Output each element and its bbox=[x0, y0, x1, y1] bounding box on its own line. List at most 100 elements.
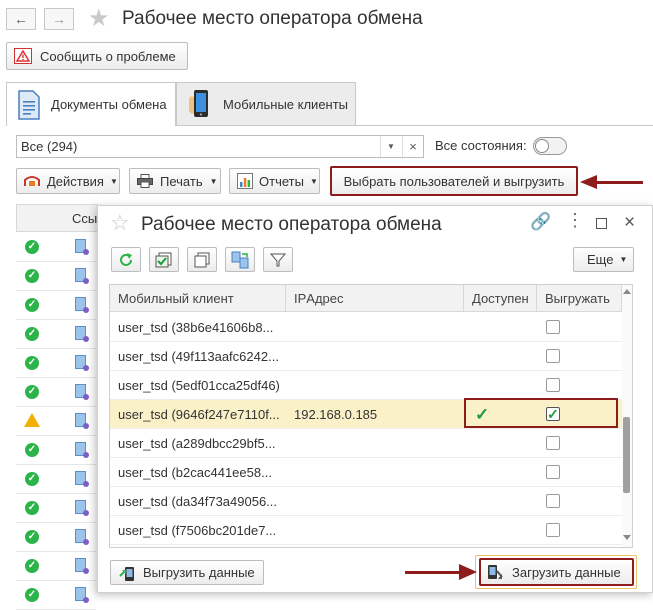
print-button[interactable]: Печать ▼ bbox=[129, 168, 221, 194]
upload-checkbox[interactable] bbox=[546, 436, 560, 450]
check-circle-icon: ✓ bbox=[25, 385, 39, 399]
filter-button[interactable] bbox=[263, 247, 293, 272]
document-icon bbox=[75, 413, 89, 429]
pointer-arrow bbox=[596, 181, 643, 184]
document-icon bbox=[75, 558, 89, 574]
link-icon[interactable]: 🔗 bbox=[530, 212, 551, 232]
upload-checkbox[interactable]: ✓ bbox=[546, 407, 560, 421]
document-icon bbox=[75, 442, 89, 458]
list-item[interactable]: ✓ bbox=[16, 581, 96, 610]
check-circle-icon: ✓ bbox=[25, 356, 39, 370]
modal-favorite-star-icon[interactable]: ☆ bbox=[110, 210, 130, 236]
load-pointer-arrow bbox=[405, 571, 461, 574]
arrow-left-icon: ← bbox=[14, 11, 28, 27]
maximize-icon[interactable] bbox=[596, 218, 607, 229]
forward-button[interactable]: → bbox=[44, 8, 74, 30]
upload-checkbox[interactable] bbox=[546, 523, 560, 537]
load-data-button[interactable]: Загрузить данные bbox=[479, 558, 634, 586]
list-item[interactable]: ✓ bbox=[16, 262, 96, 291]
scrollbar-thumb[interactable] bbox=[623, 417, 630, 493]
all-states-toggle[interactable] bbox=[533, 137, 567, 155]
filter-icon bbox=[270, 253, 286, 266]
load-pointer-arrow-head bbox=[459, 564, 477, 580]
document-icon bbox=[75, 297, 89, 313]
list-item[interactable]: ✓ bbox=[16, 349, 96, 378]
table-row[interactable]: user_tsd (38b6e41606b8... bbox=[110, 313, 622, 342]
list-item[interactable]: ✓ bbox=[16, 465, 96, 494]
upload-checkbox[interactable] bbox=[546, 465, 560, 479]
upload-data-label: Выгрузить данные bbox=[143, 565, 255, 580]
report-problem-label: Сообщить о проблеме bbox=[40, 48, 176, 64]
favorite-star-icon[interactable]: ★ bbox=[88, 4, 110, 33]
client-cell: user_tsd (9646f247e7110f... bbox=[118, 407, 280, 422]
check-circle-icon: ✓ bbox=[25, 588, 39, 602]
list-item[interactable]: ✓ bbox=[16, 523, 96, 552]
actions-label: Действия bbox=[47, 173, 104, 189]
grid-scrollbar[interactable] bbox=[622, 285, 632, 547]
select-users-and-upload-button[interactable]: Выбрать пользователей и выгрузить bbox=[330, 166, 578, 196]
upload-checkbox[interactable] bbox=[546, 320, 560, 334]
list-item[interactable]: ✓ bbox=[16, 320, 96, 349]
load-data-label: Загрузить данные bbox=[512, 564, 621, 580]
scroll-down-icon[interactable] bbox=[623, 535, 631, 540]
report-problem-button[interactable]: Сообщить о проблеме bbox=[6, 42, 188, 70]
list-item[interactable]: ✓ bbox=[16, 291, 96, 320]
download-icon bbox=[488, 565, 503, 579]
client-cell: user_tsd (38b6e41606b8... bbox=[118, 320, 274, 335]
list-item[interactable]: ✓ bbox=[16, 378, 96, 407]
exchange-icon bbox=[231, 251, 249, 268]
ip-cell: 192.168.0.185 bbox=[294, 407, 378, 422]
table-row[interactable]: user_tsd (9646f247e7110f... 192.168.0.185… bbox=[110, 398, 622, 429]
more-button[interactable]: Еще ▼ bbox=[573, 247, 634, 272]
upload-checkbox[interactable] bbox=[546, 349, 560, 363]
upload-checkbox[interactable] bbox=[546, 494, 560, 508]
table-row[interactable]: user_tsd (f7506bc201de7... bbox=[110, 516, 622, 545]
tab-bottom-border bbox=[176, 125, 653, 126]
column-header-available[interactable]: Доступен bbox=[464, 285, 537, 312]
filter-value: Все (294) bbox=[21, 139, 78, 154]
document-icon bbox=[75, 355, 89, 371]
dropdown-arrow-icon[interactable]: ▼ bbox=[380, 136, 401, 157]
clear-icon[interactable]: × bbox=[402, 136, 423, 157]
check-circle-icon: ✓ bbox=[25, 327, 39, 341]
document-icon bbox=[75, 529, 89, 545]
document-icon bbox=[75, 326, 89, 342]
filter-select[interactable]: Все (294) ▼ × bbox=[16, 135, 424, 158]
upload-data-button[interactable]: Выгрузить данные bbox=[110, 560, 264, 585]
check-circle-icon: ✓ bbox=[25, 298, 39, 312]
column-header-ip[interactable]: IPАдрес bbox=[286, 285, 464, 312]
close-icon[interactable]: × bbox=[624, 212, 635, 234]
column-header-upload[interactable]: Выгружать bbox=[537, 285, 622, 312]
list-item[interactable]: ✓ bbox=[16, 436, 96, 465]
list-item[interactable] bbox=[16, 407, 96, 436]
tab-label: Документы обмена bbox=[51, 97, 167, 112]
column-header-client[interactable]: Мобильный клиент bbox=[110, 285, 286, 312]
actions-button[interactable]: Действия ▼ bbox=[16, 168, 120, 194]
actions-icon bbox=[24, 176, 40, 186]
list-item[interactable]: ✓ bbox=[16, 552, 96, 581]
client-cell: user_tsd (b2cac441ee58... bbox=[118, 465, 272, 480]
list-item[interactable]: ✓ bbox=[16, 233, 96, 262]
uncheck-all-button[interactable] bbox=[187, 247, 217, 272]
pointer-arrow-head bbox=[580, 175, 597, 189]
table-row[interactable]: user_tsd (b2cac441ee58... bbox=[110, 458, 622, 487]
upload-icon bbox=[119, 566, 134, 581]
table-row[interactable]: user_tsd (da34f73a49056... bbox=[110, 487, 622, 516]
back-button[interactable]: ← bbox=[6, 8, 36, 30]
reports-button[interactable]: Отчеты ▼ bbox=[229, 168, 320, 194]
upload-checkbox[interactable] bbox=[546, 378, 560, 392]
document-icon bbox=[75, 239, 89, 255]
exchange-button[interactable] bbox=[225, 247, 255, 272]
table-row[interactable]: user_tsd (a289dbcc29bf5... bbox=[110, 429, 622, 458]
check-all-button[interactable] bbox=[149, 247, 179, 272]
table-row[interactable]: user_tsd (49f113aafc6242... bbox=[110, 342, 622, 371]
document-icon bbox=[75, 500, 89, 516]
refresh-icon bbox=[120, 252, 132, 266]
tab-exchange-documents[interactable]: Документы обмена bbox=[6, 82, 176, 126]
table-row[interactable]: user_tsd (5edf01cca25df46) bbox=[110, 371, 622, 400]
more-menu-icon[interactable]: ⋮ bbox=[566, 210, 584, 231]
tab-mobile-clients[interactable]: Мобильные клиенты bbox=[176, 82, 356, 126]
scroll-up-icon[interactable] bbox=[623, 289, 631, 294]
list-item[interactable]: ✓ bbox=[16, 494, 96, 523]
refresh-button[interactable] bbox=[111, 247, 141, 272]
